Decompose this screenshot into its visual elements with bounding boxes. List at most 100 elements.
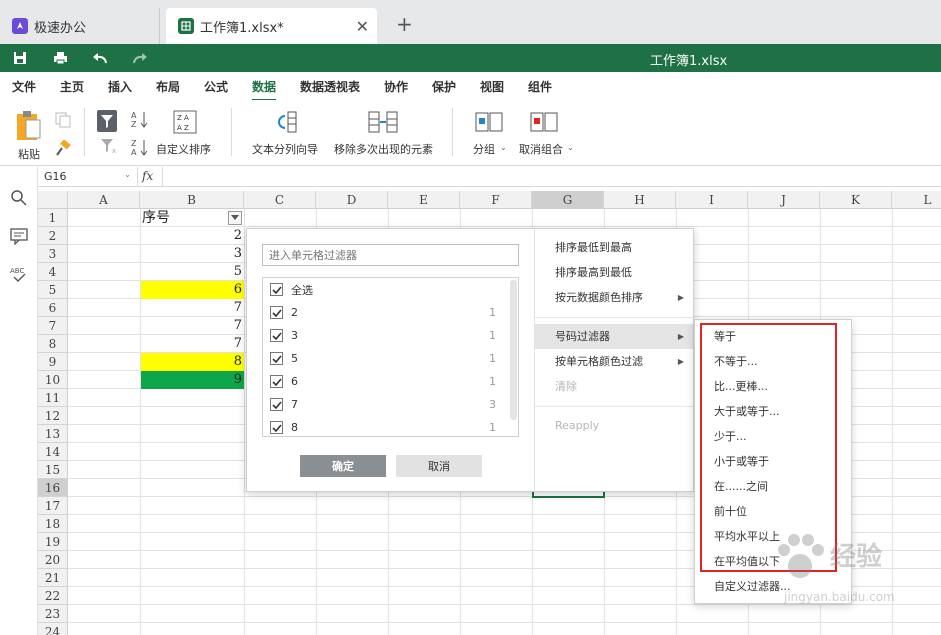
select-all-corner[interactable]	[38, 191, 68, 209]
filter-icon[interactable]	[97, 110, 117, 135]
menu-formula[interactable]: 公式	[204, 78, 228, 95]
column-header-e[interactable]: E	[388, 191, 460, 209]
comment-icon[interactable]	[10, 227, 28, 246]
cell-b3[interactable]: 3	[141, 245, 244, 263]
filter-item[interactable]: 7 3	[263, 393, 508, 416]
column-header-c[interactable]: C	[244, 191, 316, 209]
row-header-18[interactable]: 18	[38, 515, 68, 533]
checkbox-checked-icon[interactable]	[270, 306, 283, 319]
menu-data[interactable]: 数据	[252, 78, 277, 101]
row-header-4[interactable]: 4	[38, 263, 68, 281]
cell-b4[interactable]: 5	[141, 263, 244, 281]
cell-b8[interactable]: 7	[141, 335, 244, 353]
cell-b9[interactable]: 8	[141, 353, 244, 371]
column-header-d[interactable]: D	[316, 191, 388, 209]
column-header-k[interactable]: K	[820, 191, 892, 209]
cell-b5[interactable]: 6	[141, 281, 244, 299]
sort-descending-item[interactable]: 排序最高到最低	[535, 260, 693, 285]
filter-item-select-all[interactable]: 全选	[263, 278, 508, 301]
row-header-23[interactable]: 23	[38, 605, 68, 623]
filter-search-input[interactable]	[262, 244, 519, 266]
row-header-9[interactable]: 9	[38, 353, 68, 371]
save-icon[interactable]	[10, 48, 30, 68]
row-header-10[interactable]: 10	[38, 371, 68, 389]
redo-icon[interactable]	[130, 48, 150, 68]
column-header-a[interactable]: A	[68, 191, 140, 209]
row-header-6[interactable]: 6	[38, 299, 68, 317]
custom-sort-button[interactable]: Z A A Z 自定义排序	[155, 110, 217, 160]
column-header-f[interactable]: F	[460, 191, 532, 209]
checkbox-checked-icon[interactable]	[270, 375, 283, 388]
filter-item[interactable]: 6 1	[263, 370, 508, 393]
column-header-g[interactable]: G	[532, 191, 604, 209]
formula-input[interactable]	[162, 167, 932, 186]
remove-duplicates-button[interactable]: 移除多次出现的元素	[333, 110, 435, 160]
tab-home[interactable]: 极速办公	[0, 8, 160, 44]
row-header-7[interactable]: 7	[38, 317, 68, 335]
print-icon[interactable]	[50, 48, 70, 68]
close-icon[interactable]: ✕	[356, 17, 369, 36]
checkbox-checked-icon[interactable]	[270, 283, 283, 296]
search-icon[interactable]	[10, 189, 28, 207]
number-filter-item[interactable]: 号码过滤器 ▶	[535, 324, 693, 349]
filter-item[interactable]: 2 1	[263, 301, 508, 324]
row-header-19[interactable]: 19	[38, 533, 68, 551]
filter-by-color-item[interactable]: 按单元格颜色过滤 ▶	[535, 349, 693, 374]
checkbox-checked-icon[interactable]	[270, 398, 283, 411]
menu-home[interactable]: 主页	[60, 78, 84, 95]
format-painter-icon[interactable]	[55, 139, 71, 159]
checkbox-checked-icon[interactable]	[270, 421, 283, 434]
row-header-16[interactable]: 16	[38, 479, 68, 497]
sort-descending-icon[interactable]: ZA	[131, 138, 149, 159]
row-header-22[interactable]: 22	[38, 587, 68, 605]
new-tab-plus-icon[interactable]: +	[396, 12, 413, 36]
ungroup-button[interactable]: 取消组合 ⌄	[517, 110, 577, 160]
column-header-i[interactable]: I	[676, 191, 748, 209]
cancel-button[interactable]: 取消	[396, 455, 482, 477]
row-header-17[interactable]: 17	[38, 497, 68, 515]
cell-b6[interactable]: 7	[141, 299, 244, 317]
ok-button[interactable]: 确定	[300, 455, 386, 477]
checkbox-checked-icon[interactable]	[270, 329, 283, 342]
cell-b10[interactable]: 9	[141, 371, 244, 389]
filter-item[interactable]: 3 1	[263, 324, 508, 347]
menu-pivot-table[interactable]: 数据透视表	[300, 78, 360, 95]
menu-protect[interactable]: 保护	[432, 78, 456, 95]
tab-document[interactable]: 工作簿1.xlsx* ✕	[166, 8, 377, 44]
row-header-20[interactable]: 20	[38, 551, 68, 569]
copy-icon[interactable]	[55, 112, 71, 131]
sort-ascending-icon[interactable]: AZ	[131, 110, 149, 131]
clear-filter-icon[interactable]: x	[100, 138, 118, 157]
row-header-1[interactable]: 1	[38, 209, 68, 227]
sort-ascending-item[interactable]: 排序最低到最高	[535, 235, 693, 260]
text-to-columns-button[interactable]: 文本分列向导	[250, 110, 322, 160]
row-header-15[interactable]: 15	[38, 461, 68, 479]
row-header-5[interactable]: 5	[38, 281, 68, 299]
filter-item[interactable]: 5 1	[263, 347, 508, 370]
name-box[interactable]: G16 ⌄	[38, 167, 138, 187]
menu-layout[interactable]: 布局	[156, 78, 180, 95]
row-header-3[interactable]: 3	[38, 245, 68, 263]
paste-button[interactable]: 粘贴	[10, 108, 46, 161]
column-header-l[interactable]: L	[892, 191, 941, 209]
filter-value-list[interactable]: 全选 2 1 3 1 5 1 6 1 7 3 8 1	[262, 277, 519, 437]
row-header-2[interactable]: 2	[38, 227, 68, 245]
spellcheck-icon[interactable]: ABC	[10, 265, 28, 283]
column-header-b[interactable]: B	[140, 191, 244, 209]
row-header-14[interactable]: 14	[38, 443, 68, 461]
menu-components[interactable]: 组件	[528, 78, 552, 95]
filter-list-scrollbar[interactable]	[510, 280, 517, 420]
row-header-11[interactable]: 11	[38, 389, 68, 407]
row-header-12[interactable]: 12	[38, 407, 68, 425]
column-header-h[interactable]: H	[604, 191, 676, 209]
menu-insert[interactable]: 插入	[108, 78, 132, 95]
cell-b7[interactable]: 7	[141, 317, 244, 335]
row-header-8[interactable]: 8	[38, 335, 68, 353]
cell-b1[interactable]: 序号	[142, 209, 242, 227]
fx-icon[interactable]: fx	[142, 169, 153, 183]
row-header-13[interactable]: 13	[38, 425, 68, 443]
undo-icon[interactable]	[90, 48, 110, 68]
checkbox-checked-icon[interactable]	[270, 352, 283, 365]
column-header-j[interactable]: J	[748, 191, 820, 209]
filter-dropdown-button[interactable]	[228, 211, 242, 225]
